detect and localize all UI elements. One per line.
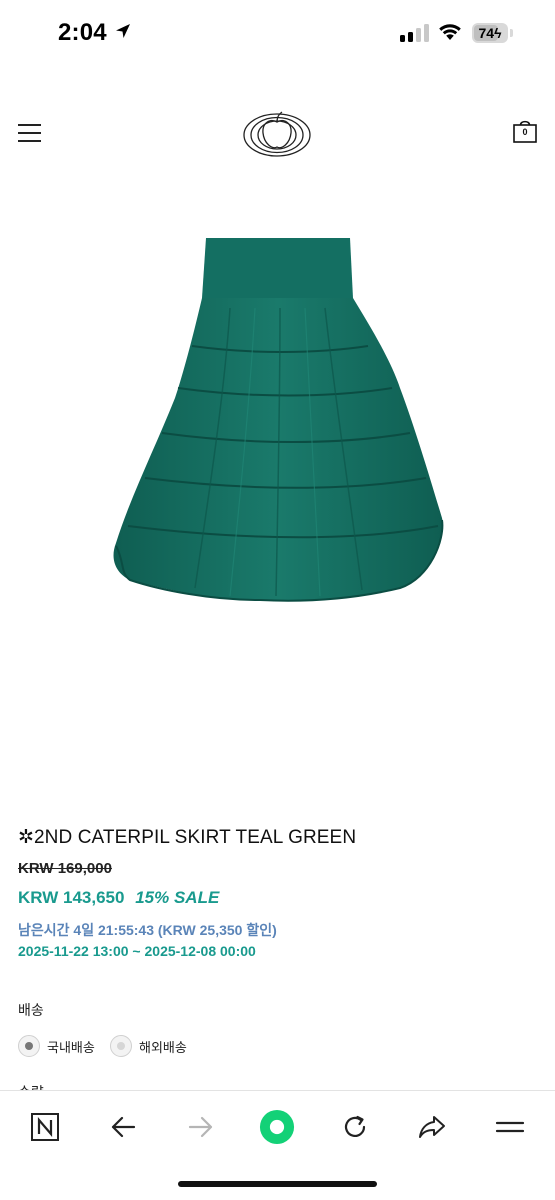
reload-icon[interactable] [337,1109,373,1145]
naver-n-icon[interactable] [27,1109,63,1145]
back-arrow-glyph [111,1116,136,1138]
hamburger-menu-icon[interactable] [18,124,41,142]
sale-price-row: KRW 143,650 15% SALE [18,888,219,908]
green-home-dot-glyph [259,1109,295,1145]
cart-count: 0 [522,127,528,137]
original-price: KRW 169,000 [18,860,112,877]
shipping-label: 배송 [18,1002,44,1018]
green-home-dot-icon[interactable] [259,1109,295,1145]
forward-arrow-icon[interactable] [183,1109,219,1145]
forward-arrow-glyph [188,1116,213,1138]
product-title: ✲2ND CATERPIL SKIRT TEAL GREEN [18,827,357,848]
sale-price: KRW 143,650 [18,888,125,907]
battery-level: 74 [478,25,495,41]
naver-n-glyph [31,1113,59,1141]
status-bar: 2:04 74ϟ [0,0,555,66]
shipping-option-overseas[interactable]: 해외배송 [110,1034,187,1058]
shipping-option-domestic[interactable]: 국내배송 [18,1034,95,1058]
sale-countdown: 남은시간 4일 21:55:43 (KRW 25,350 할인) [18,922,277,938]
cellular-signal-icon [400,24,430,42]
status-time: 2:04 [58,19,107,46]
wifi-icon [439,24,461,40]
charging-bolt-icon: ϟ [494,25,502,41]
teal-tiered-skirt-image [113,238,444,602]
reload-glyph [344,1115,366,1138]
battery-icon: 74ϟ [472,23,508,43]
share-glyph [419,1116,445,1138]
radio-selected-icon[interactable] [18,1035,40,1057]
menu-lines-glyph [495,1121,525,1133]
location-arrow-icon [116,24,130,38]
shopping-bag-icon[interactable]: 0 [512,118,538,144]
back-arrow-icon[interactable] [105,1109,141,1145]
menu-lines-icon[interactable] [492,1109,528,1145]
home-indicator [178,1181,377,1187]
radio-unselected-icon[interactable] [110,1035,132,1057]
sale-period: 2025-11-22 13:00 ~ 2025-12-08 00:00 [18,943,256,959]
share-icon[interactable] [414,1109,450,1145]
apple-ring-logo[interactable] [241,107,313,159]
battery-cap [510,29,513,37]
shipping-option-label: 국내배송 [47,1039,95,1055]
sale-badge: 15% SALE [135,888,220,907]
shipping-option-label: 해외배송 [139,1039,187,1055]
